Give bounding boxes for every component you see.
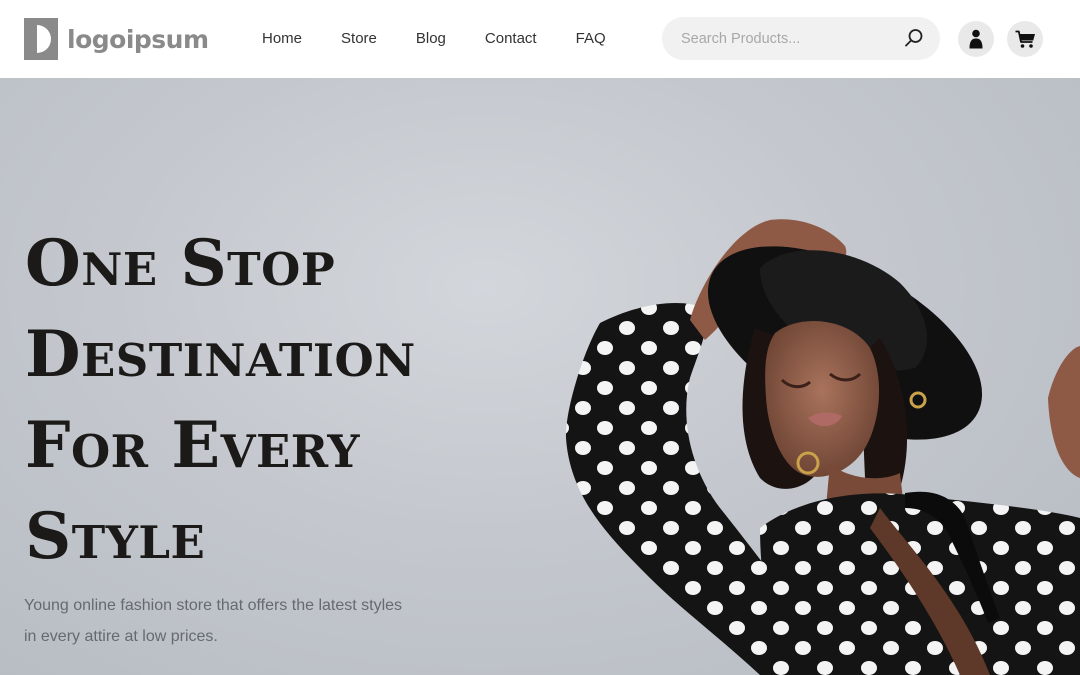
hero-headline-line: One Stop bbox=[25, 226, 336, 301]
nav-item-contact[interactable]: Contact bbox=[485, 29, 537, 49]
brand-logo[interactable]: logoipsum bbox=[24, 18, 209, 60]
hero-subtext: Young online fashion store that offers t… bbox=[24, 597, 403, 645]
nav-item-faq[interactable]: FAQ bbox=[576, 29, 606, 49]
cart-icon bbox=[1015, 30, 1035, 48]
main-nav: Home Store Blog Contact FAQ bbox=[262, 29, 645, 49]
hero-headline-line: For Every bbox=[25, 408, 360, 483]
logo-mark-icon bbox=[24, 18, 58, 60]
search-input[interactable] bbox=[681, 30, 896, 47]
site-header: logoipsum Home Store Blog Contact FAQ bbox=[0, 0, 1080, 78]
nav-item-store[interactable]: Store bbox=[341, 29, 377, 49]
hero-headline: One Stop Destination For Every Style bbox=[25, 218, 545, 582]
hero-banner: One Stop Destination For Every Style You… bbox=[0, 78, 1080, 675]
hero-headline-line: Destination bbox=[25, 317, 416, 392]
nav-item-home[interactable]: Home bbox=[262, 29, 302, 49]
nav-item-blog[interactable]: Blog bbox=[416, 29, 446, 49]
search-bar bbox=[662, 17, 940, 60]
brand-name: logoipsum bbox=[67, 24, 209, 54]
cart-button[interactable] bbox=[1007, 21, 1043, 57]
user-icon bbox=[969, 29, 983, 49]
hero-headline-line: Style bbox=[25, 499, 206, 574]
account-button[interactable] bbox=[958, 21, 994, 57]
search-icon[interactable] bbox=[904, 28, 924, 48]
